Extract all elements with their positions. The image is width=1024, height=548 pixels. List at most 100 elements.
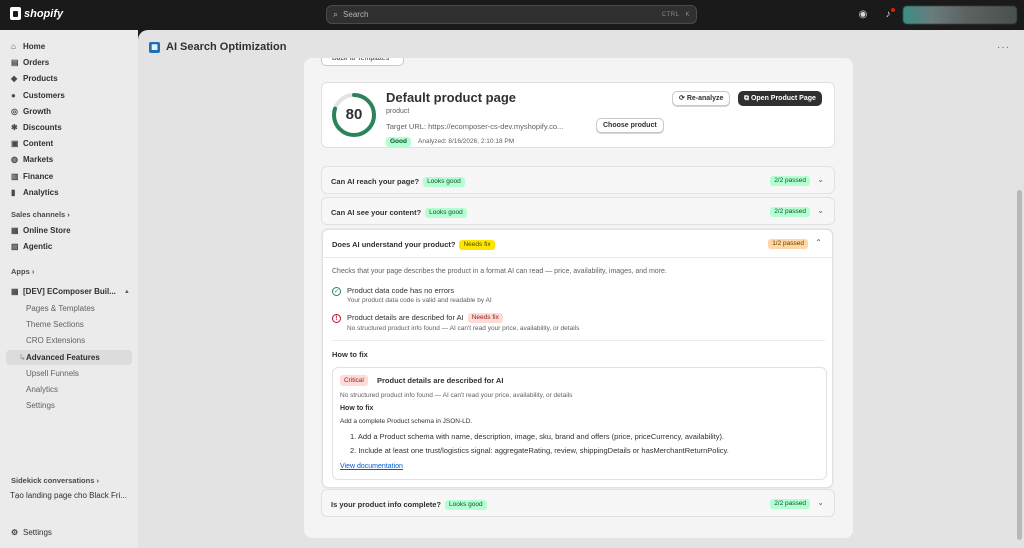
sidebar-subitem-label: Upsell Funnels — [26, 368, 79, 378]
sidebar-subitem-label: Pages & Templates — [26, 304, 95, 313]
sales-channels-heading[interactable]: Sales channels › — [11, 210, 70, 219]
fix-instruction: Add a complete Product schema in JSON-LD… — [340, 418, 473, 425]
sidebar-item-settings[interactable]: ⚙ Settings — [6, 525, 132, 540]
sidebar-subitem[interactable]: Advanced Features — [6, 349, 132, 365]
sidebar-item-customers[interactable]: ● Customers — [6, 88, 132, 103]
sidebar-item-discounts[interactable]: ✱ Discounts — [6, 120, 132, 135]
sidebar-item-label: Finance — [23, 171, 54, 181]
check-item-title: Product details are described for AI Need… — [347, 313, 579, 323]
reanalyze-label: Re-analyze — [686, 95, 724, 102]
check-badge: Looks good — [423, 177, 465, 187]
shopify-bag-icon — [10, 7, 21, 20]
check-badge: Looks good — [425, 208, 467, 218]
tag-icon: ◆ — [11, 74, 18, 84]
store-account-menu[interactable] — [903, 6, 1017, 24]
sidebar-item-label: Orders — [23, 58, 50, 68]
sidekick-conversation[interactable]: Tạo landing page cho Black Fri... — [4, 488, 130, 503]
sidebar-item-finance[interactable]: ▥ Finance — [6, 169, 132, 184]
bell-icon[interactable]: ♪ — [881, 8, 895, 22]
choose-product-button[interactable]: Choose product — [596, 118, 664, 133]
sidekick-icon[interactable]: ◉ — [856, 8, 870, 22]
brand-name: shopify — [24, 7, 64, 20]
chevron-up-icon: ⌃ — [815, 238, 822, 247]
chevron-down-icon: ⌄ — [817, 498, 824, 507]
check-accordion[interactable]: Can AI reach your page? Looks good 2/2 pa… — [321, 166, 835, 194]
fix-how-to-label: How to fix — [340, 405, 374, 412]
external-link-icon: ⧉ — [744, 95, 751, 102]
sidebar-item-orders[interactable]: ▤ Orders — [6, 55, 132, 70]
sidebar-app-item[interactable]: ▦ [DEV] EComposer Buil... ▲ — [6, 284, 132, 299]
sidebar-subitem[interactable]: Analytics — [6, 382, 132, 397]
check-title: Is your product info complete? Looks good — [331, 500, 487, 510]
chevron-down-icon: ⌄ — [817, 175, 824, 184]
sidebar-subitem-label: Theme Sections — [26, 320, 84, 330]
search-placeholder: Search — [343, 10, 369, 19]
sidebar-item-label: Markets — [23, 155, 54, 165]
more-actions-icon[interactable]: ··· — [997, 42, 1010, 53]
search-shortcut: CTRL K — [656, 12, 690, 18]
passed-count: 1/2 passed — [768, 239, 808, 249]
sidebar-item-content[interactable]: ▣ Content — [6, 136, 132, 151]
sidebar-item-markets[interactable]: ◍ Markets — [6, 152, 132, 167]
sidebar-subitem[interactable]: Settings — [6, 398, 132, 413]
sidebar-item-analytics[interactable]: ▮ Analytics — [6, 185, 132, 200]
view-documentation-link[interactable]: View documentation — [340, 463, 403, 470]
bank-icon: ▥ — [11, 171, 19, 181]
check-badge: Looks good — [445, 500, 487, 510]
sidebar-subitem[interactable]: Pages & Templates — [6, 301, 132, 316]
check-accordion[interactable]: Can AI see your content? Looks good 2/2 p… — [321, 197, 835, 225]
sidebar-subitem-label: CRO Extensions — [26, 336, 86, 346]
apps-heading[interactable]: Apps › — [11, 267, 34, 276]
back-button[interactable]: Back to Templates — [321, 58, 404, 66]
needs-fix-badge: Needs fix — [467, 313, 503, 323]
bar-chart-icon: ▮ — [11, 187, 16, 197]
sidebar-item-home[interactable]: ⌂ Home — [6, 39, 132, 54]
check-accordion[interactable]: Is your product info complete? Looks good… — [321, 489, 835, 517]
app-icon: ▦ — [11, 287, 19, 296]
page-header: ▦ AI Search Optimization — [149, 41, 286, 53]
scrollbar[interactable] — [1017, 190, 1022, 540]
discount-icon: ✱ — [11, 123, 18, 132]
check-item-subtitle: No structured product info found — AI ca… — [347, 325, 580, 332]
sidekick-heading[interactable]: Sidekick conversations › — [11, 476, 99, 485]
sidebar-subitem[interactable]: Upsell Funnels — [6, 366, 132, 381]
sidebar-item-growth[interactable]: ◎ Growth — [6, 104, 132, 119]
shopify-logo[interactable]: shopify — [10, 7, 63, 20]
sidebar-item-products[interactable]: ◆ Products — [6, 71, 132, 86]
chevron-down-icon: ⌄ — [817, 206, 824, 215]
sidebar-subitem-label: Settings — [26, 401, 55, 411]
fix-step: 1. Add a Product schema with name, descr… — [350, 432, 725, 441]
reanalyze-button[interactable]: ⟳ Re-analyze — [672, 91, 731, 106]
how-to-fix-heading: How to fix — [332, 350, 368, 359]
page-title: AI Search Optimization — [166, 41, 287, 53]
passed-count: 2/2 passed — [770, 176, 810, 186]
check-circle-icon: ✓ — [332, 287, 341, 296]
search-input[interactable]: ⌕ Search CTRL K — [326, 5, 697, 24]
sidebar: ⌂ Home ▤ Orders ◆ Products ● Customers ◎… — [0, 30, 138, 548]
analyzed-timestamp: Analyzed: 8/16/2026, 2:10:18 PM — [418, 138, 515, 145]
target-icon: ◎ — [11, 106, 18, 116]
sidebar-item-label: Customers — [23, 90, 65, 100]
status-badge: Good — [386, 137, 411, 147]
check-item-subtitle: Your product data code is valid and read… — [347, 297, 492, 304]
app-logo-icon: ▦ — [149, 41, 160, 53]
sidebar-item-label: [DEV] EComposer Buil... — [23, 287, 116, 296]
sidebar-subitem-label: Advanced Features — [26, 352, 100, 362]
check-accordion-header[interactable]: Does AI understand your product? Needs fi… — [323, 230, 832, 258]
chevron-right-icon: › — [96, 476, 99, 485]
open-product-page-button[interactable]: ⧉ Open Product Page — [738, 91, 822, 106]
score-value: 80 — [345, 106, 363, 123]
sidebar-subitem[interactable]: CRO Extensions — [6, 333, 132, 348]
sidebar-item-label: Settings — [23, 528, 52, 537]
sidebar-channel-item[interactable]: ▧ Agentic — [6, 239, 132, 254]
chevron-right-icon: › — [31, 267, 35, 276]
caret-up-icon: ▲ — [123, 288, 130, 295]
gear-icon: ⚙ — [11, 528, 19, 537]
sidebar-item-label: Online Store — [23, 226, 71, 235]
summary-title: Default product page — [386, 90, 517, 105]
summary-card: 80 Default product page product Target U… — [321, 82, 835, 148]
sidebar-subitem[interactable]: Theme Sections — [6, 317, 132, 332]
top-bar: shopify ⌕ Search CTRL K ◉ ♪ — [0, 0, 1024, 30]
passed-count: 2/2 passed — [770, 207, 810, 217]
sidebar-channel-item[interactable]: ▦ Online Store — [6, 223, 132, 238]
